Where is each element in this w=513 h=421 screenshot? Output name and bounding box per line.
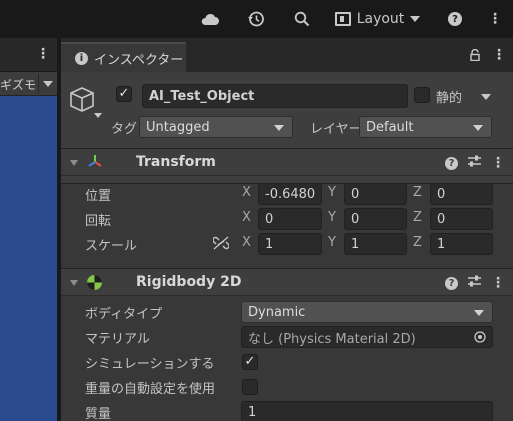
more-icon[interactable]: ⋮ [488, 8, 502, 30]
position-z-field[interactable]: 0 [430, 183, 493, 205]
axis-z-label: Z [413, 210, 422, 225]
cube-icon[interactable] [69, 84, 105, 124]
chevron-down-icon [274, 125, 284, 131]
axis-x-label: X [242, 235, 251, 250]
position-label: 位置 [85, 189, 112, 204]
tag-value: Untagged [146, 119, 210, 135]
scene-more-icon[interactable]: ⋮ [36, 47, 50, 61]
rigidbody2d-title: Rigidbody 2D [136, 274, 242, 290]
history-icon[interactable] [244, 8, 268, 30]
static-dropdown-arrow[interactable] [481, 94, 491, 100]
chevron-down-icon[interactable] [43, 81, 53, 87]
tag-label: タグ [111, 122, 138, 137]
rotation-y-field[interactable]: 0 [344, 208, 407, 230]
presets-icon[interactable] [468, 275, 481, 291]
layer-label: レイヤー [310, 122, 362, 137]
object-picker-icon[interactable] [474, 331, 486, 347]
axis-z-label: Z [413, 185, 422, 200]
scale-z-field[interactable]: 1 [430, 233, 493, 255]
constrain-proportions-icon[interactable] [212, 236, 230, 254]
simulated-label: シミュレーションする [85, 357, 215, 372]
inspector-panel: i インスペクター ⋮ ✓ AI_Test_Object 静的 タグ Untag… [61, 38, 513, 421]
material-value: なし (Physics Material 2D) [248, 331, 416, 347]
lock-icon[interactable] [469, 48, 481, 65]
material-field[interactable]: なし (Physics Material 2D) [241, 326, 493, 348]
transform-title: Transform [136, 154, 216, 170]
layer-dropdown[interactable]: Default [359, 116, 492, 138]
object-name-field[interactable]: AI_Test_Object [142, 84, 408, 108]
static-label: 静的 [436, 91, 463, 106]
layout-dropdown[interactable]: Layout [330, 8, 425, 30]
help-icon[interactable]: ? [445, 276, 458, 290]
main-toolbar: Layout ? ⋮ [0, 0, 513, 38]
divider [38, 74, 39, 94]
component-more-icon[interactable]: ⋮ [491, 276, 505, 290]
layer-value: Default [366, 119, 414, 135]
inspector-tab-bar: i インスペクター ⋮ [61, 38, 513, 72]
simulated-checkbox[interactable]: ✓ [242, 354, 258, 370]
material-label: マテリアル [85, 332, 150, 347]
scale-label: スケール [85, 239, 138, 254]
info-icon: i [75, 51, 88, 65]
help-icon[interactable]: ? [446, 8, 464, 30]
chevron-down-icon [473, 125, 483, 131]
presets-icon[interactable] [468, 155, 481, 171]
axis-y-label: Y [328, 210, 336, 225]
rigidbody2d-header[interactable]: Rigidbody 2D ? ⋮ [61, 268, 513, 296]
rotation-z-field[interactable]: 0 [430, 208, 493, 230]
transform-header[interactable]: Transform ? ⋮ [61, 148, 513, 176]
mass-field[interactable]: 1 [241, 401, 493, 421]
body-type-dropdown[interactable]: Dynamic [241, 301, 493, 323]
static-checkbox[interactable] [414, 87, 430, 103]
axis-y-label: Y [328, 235, 336, 250]
foldout-arrow-icon[interactable] [70, 280, 78, 286]
axis-x-label: X [242, 210, 251, 225]
transform-icon [87, 154, 103, 174]
scene-view[interactable] [0, 96, 57, 421]
gizmos-menu-label[interactable]: ギズモ [0, 76, 36, 93]
tab-inspector-label: インスペクター [94, 52, 184, 68]
mass-label: 質量 [85, 407, 112, 421]
body-type-value: Dynamic [248, 304, 306, 320]
active-checkbox[interactable]: ✓ [116, 86, 132, 102]
scene-toolbar: ギズモ [0, 72, 60, 96]
scene-tab-bar: ⋮ [0, 38, 60, 72]
scale-y-field[interactable]: 1 [344, 233, 407, 255]
axis-z-label: Z [413, 235, 422, 250]
scale-x-field[interactable]: 1 [258, 233, 322, 255]
auto-mass-label: 重量の自動設定を使用 [85, 382, 216, 397]
component-more-icon[interactable]: ⋮ [491, 156, 505, 170]
cloud-icon[interactable] [198, 8, 222, 30]
tab-inspector[interactable]: i インスペクター [61, 42, 186, 72]
position-x-field[interactable]: -0.6480 [258, 183, 322, 205]
search-icon[interactable] [290, 8, 314, 30]
rigidbody2d-icon [86, 274, 103, 295]
position-y-field[interactable]: 0 [344, 183, 407, 205]
body-type-label: ボディタイプ [85, 307, 163, 322]
inspector-more-icon[interactable]: ⋮ [492, 48, 506, 62]
auto-mass-checkbox[interactable] [242, 379, 258, 395]
chevron-down-icon [474, 310, 484, 316]
tag-dropdown[interactable]: Untagged [139, 116, 293, 138]
axis-y-label: Y [328, 185, 336, 200]
help-icon[interactable]: ? [445, 156, 458, 170]
chevron-down-icon [410, 16, 421, 22]
rotation-x-field[interactable]: 0 [258, 208, 322, 230]
axis-x-label: X [242, 185, 251, 200]
foldout-arrow-icon[interactable] [70, 160, 78, 166]
layout-label: Layout [356, 11, 405, 27]
layout-icon [334, 12, 351, 26]
rotation-label: 回転 [85, 214, 112, 229]
